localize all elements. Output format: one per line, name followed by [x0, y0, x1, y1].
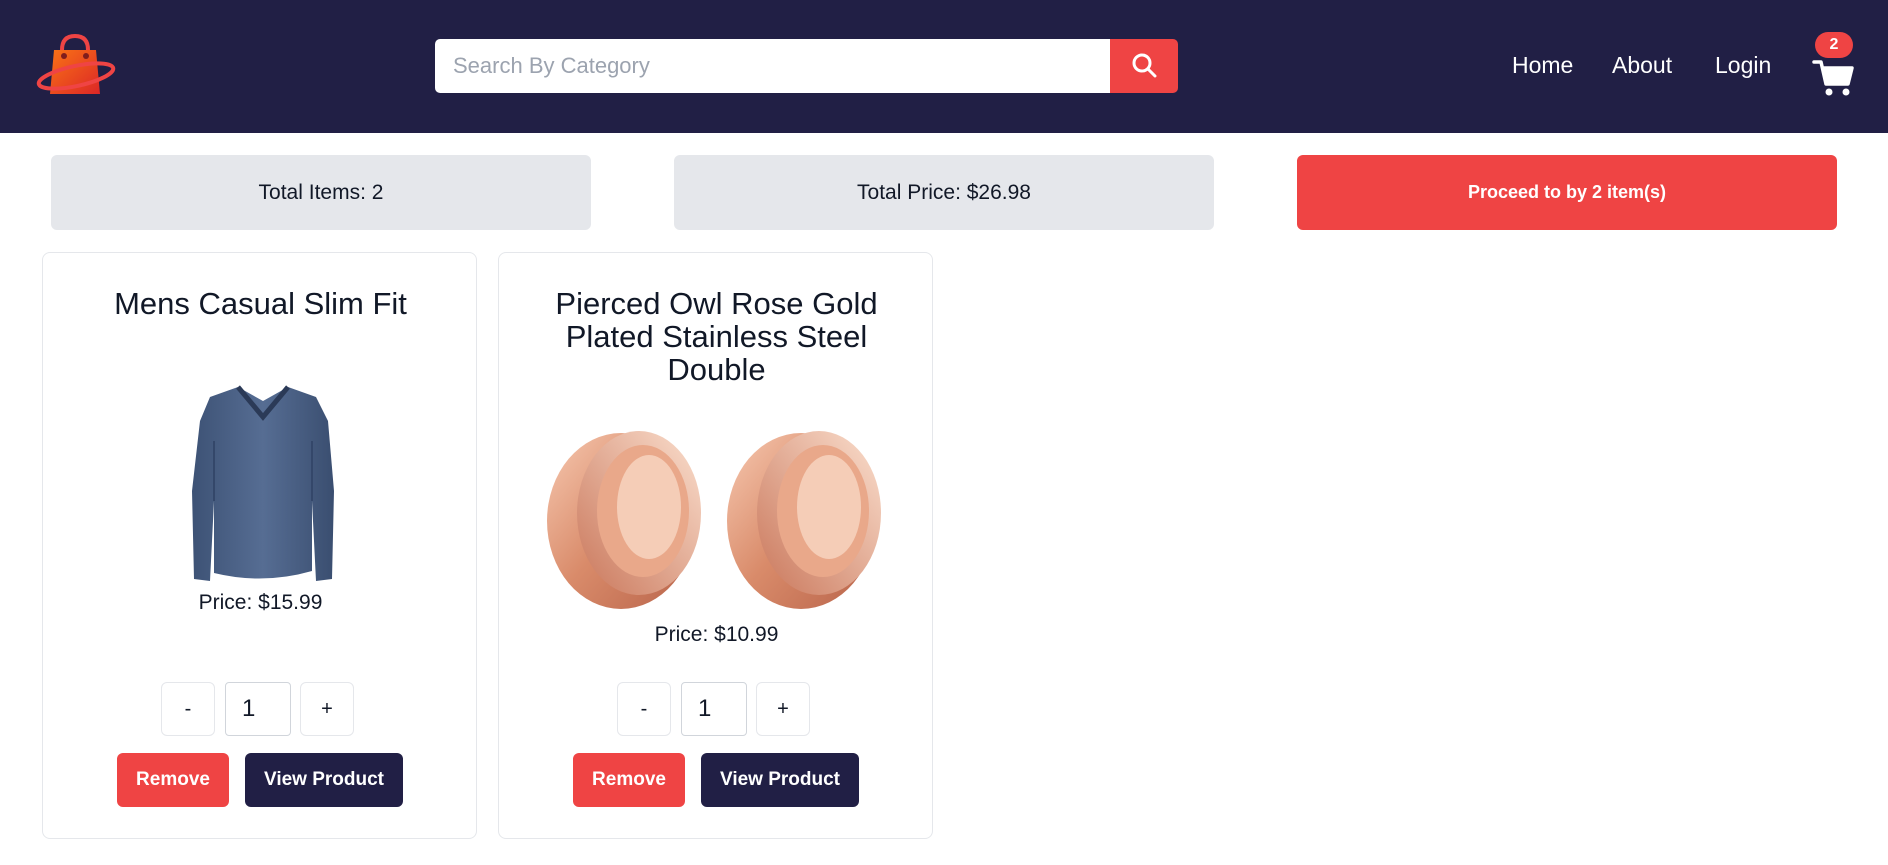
nav-about-link[interactable]: About — [1612, 52, 1672, 79]
increase-quantity-button[interactable]: + — [756, 682, 810, 736]
product-title: Mens Casual Slim Fit — [114, 286, 407, 321]
quantity-input[interactable] — [225, 682, 291, 736]
search-icon — [1131, 52, 1157, 81]
nav-home-link[interactable]: Home — [1512, 52, 1573, 79]
product-title: Pierced Owl Rose Gold Plated Stainless S… — [555, 286, 878, 387]
top-navbar: Home About Login 2 — [0, 0, 1888, 133]
shirt-image — [178, 381, 348, 591]
proceed-checkout-button[interactable]: Proceed to by 2 item(s) — [1297, 155, 1837, 230]
view-product-button[interactable]: View Product — [245, 753, 403, 807]
total-price-text: Total Price: $26.98 — [857, 180, 1031, 204]
cart-item-card: Pierced Owl Rose Gold Plated Stainless S… — [498, 252, 933, 839]
cart-button[interactable]: 2 — [1812, 30, 1868, 100]
remove-button[interactable]: Remove — [573, 753, 685, 807]
view-product-button[interactable]: View Product — [701, 753, 859, 807]
search-bar — [435, 39, 1178, 93]
nav-login-link[interactable]: Login — [1715, 52, 1771, 79]
earrings-image — [539, 413, 899, 618]
remove-button[interactable]: Remove — [117, 753, 229, 807]
total-items-box: Total Items: 2 — [51, 155, 591, 230]
cart-count-badge: 2 — [1815, 32, 1853, 58]
increase-quantity-button[interactable]: + — [300, 682, 354, 736]
cart-icon — [1812, 58, 1854, 103]
shopping-bag-logo[interactable] — [36, 32, 116, 100]
cart-item-card: Mens Casual Slim Fit Price: $15.99 - + R… — [42, 252, 477, 839]
quantity-input[interactable] — [681, 682, 747, 736]
decrease-quantity-button[interactable]: - — [617, 682, 671, 736]
total-price-box: Total Price: $26.98 — [674, 155, 1214, 230]
product-price: Price: $10.99 — [654, 623, 779, 646]
product-price: Price: $15.99 — [198, 591, 323, 614]
total-items-text: Total Items: 2 — [258, 180, 384, 204]
decrease-quantity-button[interactable]: - — [161, 682, 215, 736]
search-button[interactable] — [1110, 39, 1178, 93]
search-input[interactable] — [435, 39, 1110, 93]
